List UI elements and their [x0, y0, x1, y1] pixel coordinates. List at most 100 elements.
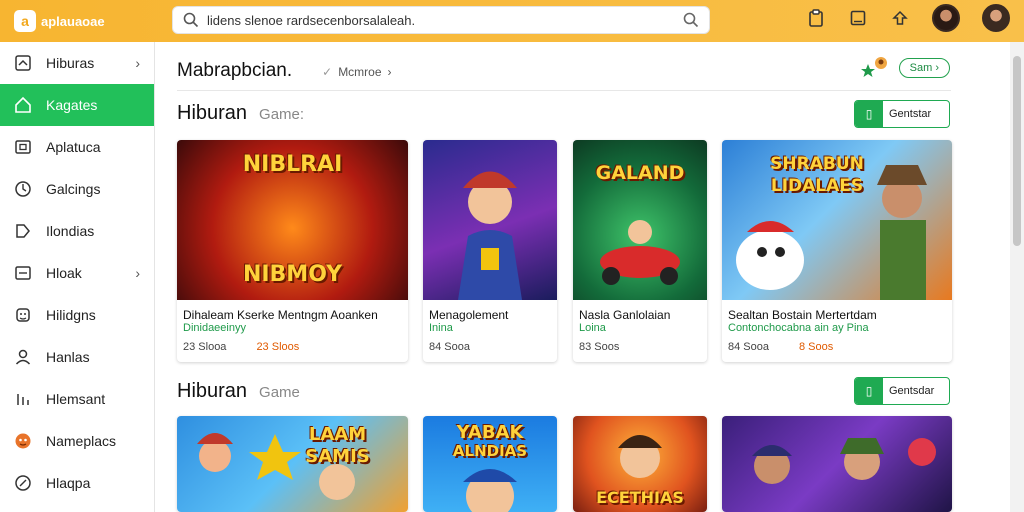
chevron-right-icon: ›	[387, 65, 392, 79]
section-title: Hiburan	[177, 380, 248, 402]
game-card[interactable]: Menagolement Inina 84 Sooa	[423, 140, 557, 362]
section-header: Hiburan Game	[177, 380, 300, 403]
card-subtitle: Inina	[429, 322, 453, 334]
game-thumbnail: ECETHIAS	[573, 416, 707, 512]
divider	[177, 90, 951, 91]
game-thumbnail: GALAND	[573, 140, 707, 300]
thumbnail-title: ALNDIAS	[452, 442, 528, 460]
page-title: Mabrapbcian.	[177, 60, 293, 81]
top-bar: a aplauaoae	[0, 0, 1024, 42]
game-thumbnail: YABAK ALNDIAS	[423, 416, 557, 512]
thumbnail-title: NIBLRAI	[242, 152, 343, 177]
compass-icon	[13, 179, 33, 199]
sidebar-item-label: Hilidgns	[46, 307, 96, 323]
chevron-right-icon: ›	[135, 55, 140, 71]
characters-art	[752, 438, 936, 484]
game-card[interactable]	[722, 416, 952, 512]
game-icon: ▯	[855, 378, 883, 404]
sidebar-item-nameplacs[interactable]: Nameplacs	[0, 420, 154, 462]
scrollbar-thumb[interactable]	[1013, 56, 1021, 246]
sidebar: Hiburas › Kagates Aplatuca Galcings Ilon…	[0, 42, 155, 512]
chevron-right-icon: ›	[935, 62, 939, 74]
card-meta: 23 Slooa	[183, 341, 227, 353]
search-icon	[183, 12, 199, 28]
sidebar-item-label: Aplatuca	[46, 139, 101, 155]
sidebar-item-hanlas[interactable]: Hanlas	[0, 336, 154, 378]
game-card[interactable]: YABAK ALNDIAS	[423, 416, 557, 512]
search-icon[interactable]	[683, 12, 699, 28]
thumbnail-title: GALAND	[595, 162, 685, 184]
top-icons	[806, 4, 1010, 32]
sidebar-item-aplatuca[interactable]: Aplatuca	[0, 126, 154, 168]
game-card[interactable]: SHRABUN LIDALAES Sealtan Bostain Mertert…	[722, 140, 952, 362]
card-meta: 8 Soos	[798, 341, 834, 353]
character-icon	[13, 431, 33, 451]
section-button-label: Gentsdar	[889, 385, 935, 397]
avatar[interactable]	[982, 4, 1010, 32]
section-button-label: Gentstar	[889, 108, 932, 120]
sidebar-item-galcings[interactable]: Galcings	[0, 168, 154, 210]
sidebar-item-label: Hlemsant	[46, 391, 106, 407]
header-controls: Sam ›	[859, 56, 950, 80]
game-thumbnail: NIBLRAI NIBMOY	[177, 140, 408, 300]
upload-icon[interactable]	[890, 8, 910, 28]
sam-pill-button[interactable]: Sam ›	[898, 58, 950, 78]
sidebar-item-hiburas[interactable]: Hiburas ›	[0, 42, 154, 84]
game-card[interactable]: LAAM SAMIS	[177, 416, 408, 512]
sidebar-item-label: Hiburas	[46, 55, 95, 71]
avatar[interactable]	[932, 4, 960, 32]
sidebar-item-hlemsant[interactable]: Hlemsant	[0, 378, 154, 420]
card-meta: 84 Sooa	[728, 341, 769, 353]
thumbnail-title: SHRABUN	[770, 154, 864, 174]
chevron-right-icon: ›	[135, 265, 140, 281]
scrollbar[interactable]	[1010, 42, 1024, 512]
sidebar-item-hlaqpa[interactable]: Hlaqpa	[0, 462, 154, 504]
section-action-button[interactable]: ▯ Gentstar	[854, 100, 950, 128]
game-card[interactable]: GALAND Nasla Ganlolaian Loina 83 Soos	[573, 140, 707, 362]
search-input[interactable]	[207, 12, 683, 28]
card-subtitle: Dinidaeeinyy	[183, 322, 246, 334]
thumbnail-title: NIBMOY	[242, 262, 343, 287]
section-header: Hiburan Game:	[177, 102, 304, 125]
game-thumbnail	[722, 416, 952, 512]
user-icon	[13, 347, 33, 367]
main-content: Mabrapbcian. ✓ Mcmroe › Sam › Hiburan Ga…	[155, 42, 1010, 512]
sidebar-item-label: Hloak	[46, 265, 82, 281]
search-bar[interactable]	[172, 6, 710, 34]
user-star-icon[interactable]	[859, 56, 889, 80]
breadcrumb-item[interactable]: Mcmroe	[338, 65, 381, 79]
card-subtitle: Loina	[579, 322, 606, 334]
sidebar-item-hilidgns[interactable]: Hilidgns	[0, 294, 154, 336]
sidebar-item-label: Kagates	[46, 97, 98, 113]
card-meta: 84 Sooa	[429, 341, 470, 353]
sidebar-item-ilondias[interactable]: Ilondias	[0, 210, 154, 252]
screen-icon	[13, 137, 33, 157]
section-title: Hiburan	[177, 102, 248, 124]
section-action-button[interactable]: ▯ Gentsdar	[854, 377, 950, 405]
game-thumbnail: LAAM SAMIS	[177, 416, 408, 512]
logo-mark: a	[14, 10, 36, 32]
card-subtitle: Contonchocabna ain ay Pina	[728, 322, 869, 334]
game-icon: ▯	[855, 101, 883, 127]
logo[interactable]: a aplauaoae	[14, 10, 154, 32]
game-card[interactable]: NIBLRAI NIBMOY Dihaleam Kserke Mentngm A…	[177, 140, 408, 362]
card-title: Dihaleam Kserke Mentngm Aoanken	[183, 308, 378, 322]
sidebar-item-label: Hlaqpa	[46, 475, 91, 491]
game-card[interactable]: ECETHIAS	[573, 416, 707, 512]
sidebar-item-label: Hanlas	[46, 349, 90, 365]
box-icon	[13, 263, 33, 283]
thumbnail-title: LAAM	[308, 424, 367, 445]
sidebar-item-hloak[interactable]: Hloak ›	[0, 252, 154, 294]
clipboard-icon[interactable]	[806, 8, 826, 28]
card-title: Sealtan Bostain Mertertdam	[728, 308, 877, 322]
gamepad-icon	[13, 305, 33, 325]
pill-label: Sam	[909, 62, 933, 74]
sidebar-item-label: Nameplacs	[46, 433, 117, 449]
sidebar-item-kagates[interactable]: Kagates	[0, 84, 154, 126]
tablet-icon[interactable]	[848, 8, 868, 28]
game-thumbnail: SHRABUN LIDALAES	[722, 140, 952, 300]
chart-icon	[13, 389, 33, 409]
thumbnail-title: SAMIS	[305, 446, 370, 467]
breadcrumb-check-icon: ✓	[322, 65, 333, 79]
home-icon	[13, 95, 33, 115]
